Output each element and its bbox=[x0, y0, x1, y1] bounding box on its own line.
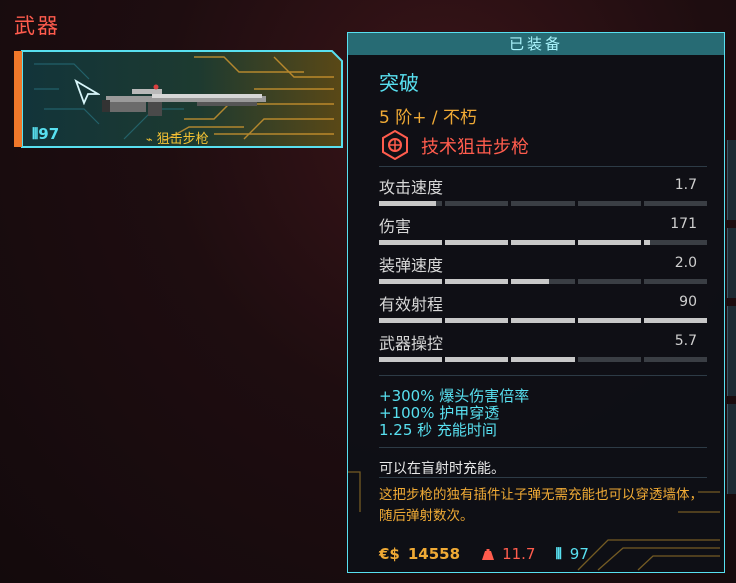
stat-value: 90 bbox=[679, 294, 697, 310]
stat-value: 171 bbox=[670, 216, 697, 232]
stat-row: 攻击速度 1.7 bbox=[379, 174, 708, 214]
sniper-rifle-icon bbox=[102, 84, 266, 116]
stat-bar-fill bbox=[511, 318, 575, 323]
page-title: 武器 bbox=[14, 14, 60, 38]
weapon-ammo-count: ⫴97 bbox=[32, 125, 60, 143]
divider bbox=[379, 166, 707, 167]
stat-bar-segment bbox=[379, 318, 443, 323]
stat-bar-segment bbox=[643, 279, 708, 284]
stat-bar-fill bbox=[643, 240, 651, 245]
stat-bar-segment bbox=[577, 240, 641, 245]
ammo-icon: ⫴ bbox=[555, 545, 562, 563]
stat-bar-fill bbox=[379, 318, 443, 323]
item-tooltip: 已装备 突破 5 阶+ / 不朽 技术狙击步枪 攻击速度 1.7 伤害 171 … bbox=[347, 32, 725, 573]
stat-bar-segment bbox=[577, 201, 641, 206]
stat-bar-segment bbox=[379, 201, 443, 206]
stat-bar-segment bbox=[511, 201, 575, 206]
tech-weapon-icon bbox=[382, 130, 408, 160]
stat-bar bbox=[379, 201, 708, 206]
stat-bar-segment bbox=[577, 318, 641, 323]
divider bbox=[379, 477, 707, 478]
stat-bar-segment bbox=[379, 240, 443, 245]
stat-bar-fill bbox=[445, 279, 509, 284]
stat-bar-segment bbox=[511, 357, 575, 362]
weapon-slot-card[interactable]: ⫴97 ⌁ 狙击步枪 bbox=[14, 49, 344, 149]
stat-label: 有效射程 bbox=[379, 295, 444, 314]
stat-bar-fill bbox=[445, 357, 509, 362]
stat-bar-fill bbox=[379, 279, 443, 284]
item-effect: 可以在盲射时充能。 bbox=[379, 461, 505, 477]
stat-bar-segment bbox=[511, 240, 575, 245]
stat-bar-segment bbox=[511, 318, 575, 323]
divider bbox=[379, 447, 707, 448]
stat-bar-segment bbox=[643, 240, 708, 245]
stat-bar-fill bbox=[379, 201, 436, 206]
item-tier: 5 阶+ / 不朽 bbox=[379, 108, 477, 128]
stat-bar-segment bbox=[511, 279, 575, 284]
stat-value: 2.0 bbox=[674, 255, 697, 271]
stat-bar-segment bbox=[445, 357, 509, 362]
offscreen-item-card[interactable] bbox=[727, 228, 736, 298]
stat-label: 装弹速度 bbox=[379, 256, 444, 275]
stat-bar bbox=[379, 357, 708, 362]
stat-bar-segment bbox=[445, 201, 509, 206]
stat-bar bbox=[379, 279, 708, 284]
equipped-indicator bbox=[14, 51, 22, 147]
stat-row: 武器操控 5.7 bbox=[379, 330, 708, 370]
bonus-line: +100% 护甲穿透 bbox=[379, 404, 500, 422]
stat-bar bbox=[379, 318, 708, 323]
stat-bar bbox=[379, 240, 708, 245]
equipped-header: 已装备 bbox=[348, 33, 724, 55]
weight-icon bbox=[482, 548, 495, 560]
item-name: 突破 bbox=[379, 71, 419, 95]
item-price: 14558 bbox=[407, 545, 461, 563]
stat-bar-segment bbox=[577, 357, 641, 362]
item-footer: €$ 14558 11.7 ⫴ 97 bbox=[379, 544, 589, 564]
stat-label: 伤害 bbox=[379, 217, 412, 236]
divider bbox=[379, 375, 707, 376]
weapon-type: ⌁ 狙击步枪 bbox=[146, 128, 209, 147]
offscreen-item-card[interactable] bbox=[727, 140, 736, 220]
offscreen-item-card[interactable] bbox=[727, 306, 736, 396]
stat-bar-fill bbox=[643, 318, 708, 323]
stat-bar-segment bbox=[445, 318, 509, 323]
stat-bar-segment bbox=[379, 357, 443, 362]
stat-bar-fill bbox=[577, 318, 641, 323]
stat-value: 1.7 bbox=[674, 177, 697, 193]
stat-bar-fill bbox=[445, 318, 509, 323]
stat-row: 装弹速度 2.0 bbox=[379, 252, 708, 292]
stat-bar-segment bbox=[577, 279, 641, 284]
stat-label: 攻击速度 bbox=[379, 178, 444, 197]
item-weight: 11.7 bbox=[502, 545, 536, 563]
stat-bar-fill bbox=[511, 357, 575, 362]
stat-bar-segment bbox=[643, 201, 708, 206]
stat-row: 伤害 171 bbox=[379, 213, 708, 253]
bonus-line: 1.25 秒 充能时间 bbox=[379, 421, 497, 439]
stat-bar-fill bbox=[445, 240, 509, 245]
stat-value: 5.7 bbox=[674, 333, 697, 349]
stat-bar-fill bbox=[379, 240, 443, 245]
stat-bar-fill bbox=[511, 240, 575, 245]
item-description: 这把步枪的独有插件让子弹无需充能也可以穿透墙体，随后弹射数次。 bbox=[379, 487, 703, 524]
stat-bar-segment bbox=[445, 279, 509, 284]
stat-bar-segment bbox=[643, 318, 708, 323]
stat-bar-segment bbox=[379, 279, 443, 284]
stat-bar-fill bbox=[511, 279, 550, 284]
ammo-count: 97 bbox=[569, 545, 589, 563]
stat-bar-fill bbox=[577, 240, 641, 245]
weapon-type-label: 狙击步枪 bbox=[156, 132, 209, 147]
eurodollar-icon: €$ bbox=[379, 545, 400, 563]
cursor-icon bbox=[74, 79, 100, 105]
offscreen-item-card[interactable] bbox=[727, 404, 736, 494]
stat-bar-segment bbox=[445, 240, 509, 245]
stat-bar-fill bbox=[379, 357, 443, 362]
bonus-line: +300% 爆头伤害倍率 bbox=[379, 387, 530, 405]
stat-bar-segment bbox=[643, 357, 708, 362]
stat-row: 有效射程 90 bbox=[379, 291, 708, 331]
sniper-scope-icon: ⌁ bbox=[146, 133, 153, 146]
stat-label: 武器操控 bbox=[379, 334, 444, 353]
item-class: 技术狙击步枪 bbox=[421, 137, 529, 158]
